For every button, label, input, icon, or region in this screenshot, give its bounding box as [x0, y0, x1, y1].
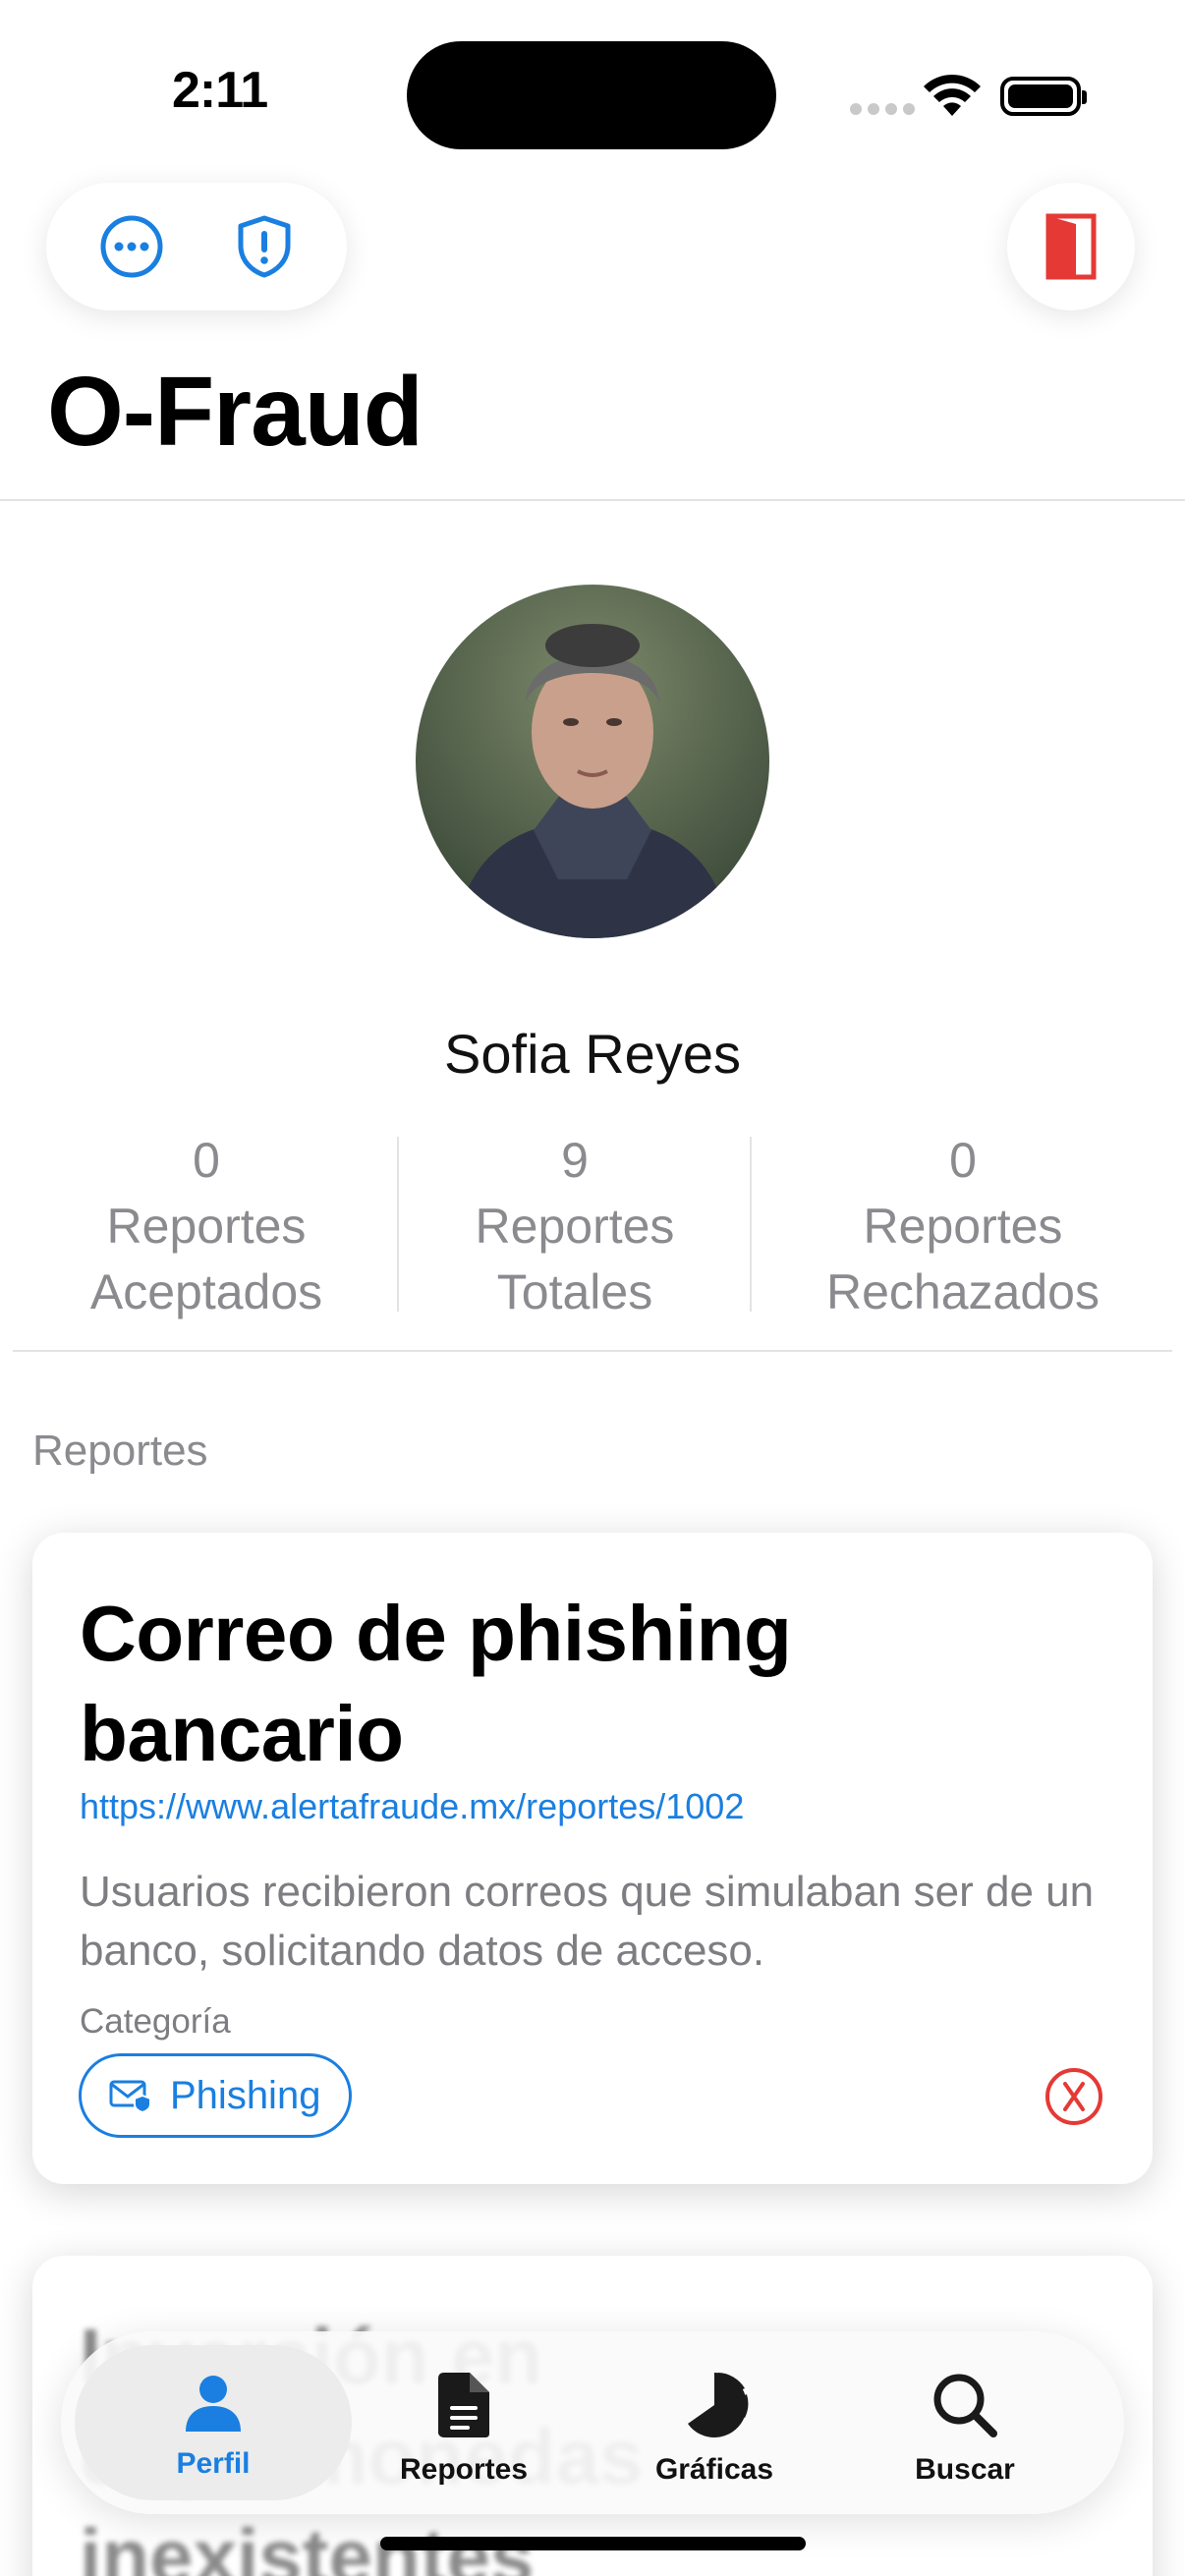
stat-label: Rechazados [826, 1264, 1100, 1319]
toolbar-button-group [46, 183, 347, 310]
stat-value: 9 [561, 1133, 589, 1188]
divider [0, 499, 1185, 501]
category-label: Categoría [80, 2002, 231, 2041]
report-url-link[interactable]: https://www.alertafraude.mx/reportes/100… [80, 1786, 744, 1827]
wifi-icon [924, 74, 981, 116]
stat-label: Aceptados [89, 1264, 323, 1319]
cellular-signal-icon [850, 103, 915, 115]
tab-buscar[interactable]: Buscar [867, 2331, 1063, 2514]
ellipsis-circle-icon [100, 215, 163, 278]
stat-value: 0 [949, 1133, 977, 1188]
report-card[interactable]: Correo de phishing bancario https://www.… [32, 1533, 1153, 2184]
report-title: Correo de phishing bancario [80, 1590, 792, 1777]
document-icon [438, 2373, 489, 2437]
category-chip-label: Phishing [170, 2073, 321, 2117]
battery-icon [1000, 77, 1087, 116]
stat-accepted: 0 Reportes Aceptados [20, 1128, 393, 1325]
logout-button[interactable] [1007, 183, 1135, 310]
security-button[interactable] [200, 183, 328, 310]
shield-alert-icon [238, 215, 291, 278]
home-indicator [380, 2537, 806, 2550]
stat-value: 0 [193, 1133, 220, 1188]
section-label: Reportes [32, 1427, 208, 1475]
divider [13, 1350, 1172, 1352]
status-time: 2:11 [172, 62, 268, 119]
search-icon [933, 2374, 997, 2437]
door-exit-icon [1045, 213, 1097, 280]
tab-perfil[interactable]: Perfil [115, 2331, 311, 2514]
tab-graficas[interactable]: Gráficas [616, 2331, 813, 2514]
tab-label: Reportes [399, 2453, 529, 2486]
tab-label: Buscar [915, 2453, 1015, 2486]
stat-rejected: 0 Reportes Rechazados [752, 1128, 1174, 1325]
report-description: Usuarios recibieron correos que simulaba… [80, 1868, 1095, 1975]
user-name: Sofia Reyes [444, 1023, 741, 1085]
stat-label: Reportes [475, 1199, 675, 1254]
more-button[interactable] [68, 183, 196, 310]
x-circle-icon[interactable] [1044, 2067, 1103, 2126]
pie-chart-icon [688, 2373, 749, 2437]
envelope-shield-icon [109, 2080, 151, 2113]
stat-label: Reportes [106, 1199, 307, 1254]
tab-reportes[interactable]: Reportes [366, 2331, 562, 2514]
category-chip[interactable]: Phishing [79, 2053, 352, 2138]
page-title: O-Fraud [47, 357, 423, 467]
stat-total: 9 Reportes Totales [398, 1128, 752, 1325]
stat-label: Totales [496, 1264, 653, 1319]
person-icon [186, 2376, 241, 2432]
dynamic-island [407, 41, 776, 149]
tab-bar: Perfil Reportes Gráficas Buscar [61, 2331, 1124, 2514]
stat-label: Reportes [863, 1199, 1063, 1254]
tab-label: Gráficas [654, 2453, 774, 2486]
tab-label: Perfil [176, 2447, 251, 2480]
avatar [416, 585, 769, 938]
